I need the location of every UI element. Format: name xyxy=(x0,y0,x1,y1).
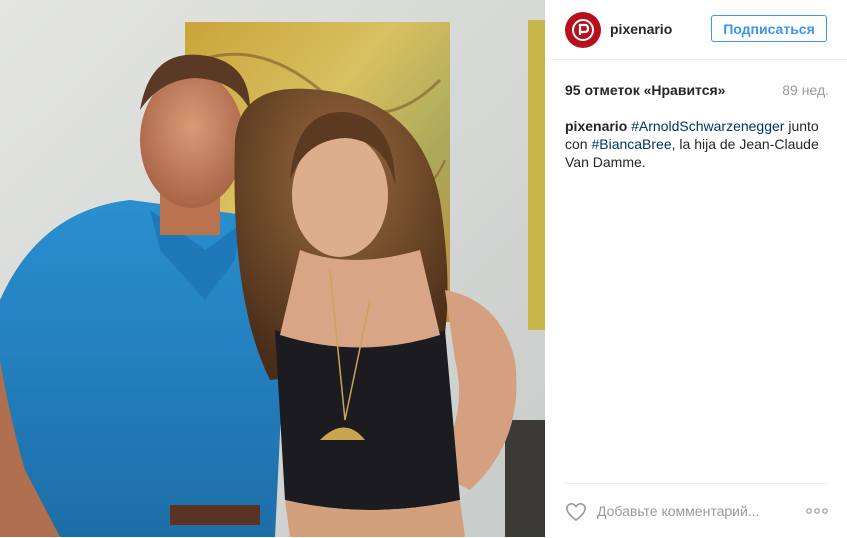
post-age[interactable]: 89 нед. xyxy=(782,82,829,98)
more-options-icon[interactable] xyxy=(805,502,829,520)
post-header: pixenario Подписаться xyxy=(545,0,847,60)
likes-count[interactable]: 95 отметок «Нравится» xyxy=(565,82,725,98)
post-footer xyxy=(565,483,829,538)
hashtag-link[interactable]: #ArnoldSchwarzenegger xyxy=(631,118,784,134)
heart-icon[interactable] xyxy=(565,502,587,522)
hashtag-link[interactable]: #BiancaBree xyxy=(591,136,671,152)
comment-input[interactable] xyxy=(597,500,787,522)
caption-username[interactable]: pixenario xyxy=(565,118,627,134)
follow-button[interactable]: Подписаться xyxy=(711,15,827,42)
stats-row: 95 отметок «Нравится» 89 нед. xyxy=(565,82,829,102)
post-photo[interactable] xyxy=(0,0,545,537)
photo-illustration xyxy=(0,0,545,537)
post-caption: pixenario #ArnoldSchwarzenegger junto co… xyxy=(565,117,829,171)
username-link[interactable]: pixenario xyxy=(610,21,672,37)
post-sidebar: pixenario Подписаться 95 отметок «Нравит… xyxy=(545,0,847,537)
pixenario-logo-icon xyxy=(572,19,594,41)
avatar[interactable] xyxy=(565,12,601,48)
post-view: pixenario Подписаться 95 отметок «Нравит… xyxy=(0,0,847,537)
